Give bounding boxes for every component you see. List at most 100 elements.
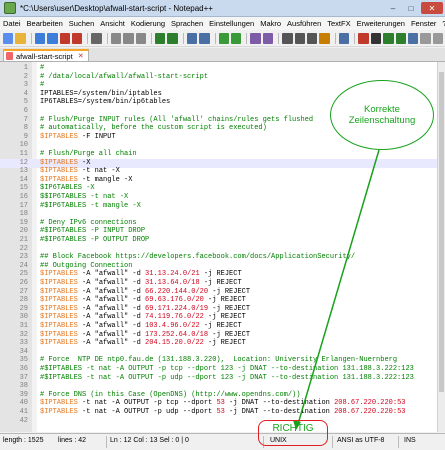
code-token: 31.13.64.0/18	[145, 279, 200, 287]
notepadpp-app-icon	[4, 2, 16, 14]
code-token: -A "afwall" -d	[77, 279, 146, 287]
code-token: -j REJECT	[199, 322, 242, 330]
paste-icon[interactable]	[135, 33, 147, 44]
code-token: -j REJECT	[199, 270, 242, 279]
code-token: $$IP6TABLES -t nat -X	[40, 193, 129, 201]
code-token: 208.67.220.220:53	[334, 399, 406, 408]
code-token: -A "afwall" -d	[77, 339, 146, 348]
menu-item-[interactable]: ?	[439, 19, 445, 28]
code-token: IP6TABLES=/system/bin/ip6tables	[40, 98, 171, 107]
code-token: $IPTABLES	[40, 304, 78, 313]
menu-item-erweiterungen[interactable]: Erweiterungen	[354, 19, 408, 28]
code-token: 208.67.220.220:53	[334, 408, 406, 416]
sync-h-icon[interactable]	[262, 33, 274, 44]
code-token: -A "afwall" -d	[77, 270, 146, 279]
vertical-scrollbar[interactable]	[437, 62, 445, 432]
code-token: #$IPTABLES -t nat -A OUTPUT -p udp --dpo…	[40, 373, 414, 382]
tab-label: afwall-start-script	[16, 51, 73, 61]
menu-item-ausf-hren[interactable]: Ausführen	[284, 19, 324, 28]
code-token: -A "afwall" -d	[77, 322, 146, 330]
print-icon[interactable]	[91, 33, 102, 44]
menu-item-kodierung[interactable]: Kodierung	[128, 19, 168, 28]
doc-map-icon[interactable]	[338, 33, 350, 44]
status-position: Ln : 12 Col : 13 Sel : 0 | 0	[110, 437, 189, 444]
record-macro-icon[interactable]	[358, 33, 369, 44]
menu-item-makro[interactable]: Makro	[257, 19, 284, 28]
code-token: -A "afwall" -d	[77, 304, 146, 313]
code-token: $IPTABLES	[40, 296, 78, 305]
run-macro-icon[interactable]	[395, 33, 406, 44]
code-token: #	[40, 81, 45, 90]
menu-item-bearbeiten[interactable]: Bearbeiten	[24, 19, 66, 28]
play-macro-icon[interactable]	[383, 33, 394, 44]
menu-item-einstellungen[interactable]: Einstellungen	[206, 19, 257, 28]
code-token: 53	[216, 408, 225, 416]
open-file-icon[interactable]	[15, 33, 26, 44]
minimize-button[interactable]: –	[385, 2, 401, 14]
save-icon[interactable]	[34, 33, 46, 44]
tab-close-icon[interactable]: ✕	[78, 52, 84, 60]
code-token: 69.63.176.0/20	[145, 296, 204, 305]
code-line[interactable]: 42	[0, 417, 437, 426]
redo-icon[interactable]	[167, 33, 178, 44]
code-token: 53	[216, 399, 225, 408]
find-icon[interactable]	[186, 33, 198, 44]
zoom-in-icon[interactable]	[218, 33, 230, 44]
tab-afwall-start-script[interactable]: afwall-start-script ✕	[3, 49, 89, 61]
menu-item-suchen[interactable]: Suchen	[66, 19, 97, 28]
cut-icon[interactable]	[110, 33, 122, 44]
save-macro-icon[interactable]	[407, 33, 419, 44]
code-token: -t nat -A OUTPUT -p udp --dport	[77, 408, 217, 416]
close-all-icon[interactable]	[72, 33, 83, 44]
toolbar-separator	[334, 33, 336, 44]
code-token: -j REJECT	[208, 287, 251, 296]
new-file-icon[interactable]	[3, 33, 14, 44]
code-token: 204.15.20.0/22	[145, 339, 204, 348]
sync-v-icon[interactable]	[250, 33, 261, 44]
undo-icon[interactable]	[155, 33, 166, 44]
menu-item-fenster[interactable]: Fenster	[408, 19, 439, 28]
code-token: 66.220.144.0/20	[145, 287, 209, 296]
toolbar-separator	[214, 33, 216, 44]
menu-item-sprachen[interactable]: Sprachen	[168, 19, 206, 28]
code-token: # Force DNS (in this Case (OpenDNS) (htt…	[40, 390, 301, 399]
close-window-button[interactable]: ✕	[421, 2, 443, 14]
code-token: # Flush/Purge INPUT rules (All 'afwall' …	[40, 115, 314, 124]
code-token: -A "afwall" -d	[77, 330, 146, 339]
toolbar-separator	[354, 33, 356, 44]
save-all-icon[interactable]	[47, 33, 58, 44]
code-token: # Flush/Purge all chain	[40, 150, 137, 158]
code-token: $IPTABLES	[40, 330, 78, 339]
replace-icon[interactable]	[199, 33, 210, 44]
scrollbar-thumb[interactable]	[439, 72, 444, 392]
close-icon[interactable]	[59, 33, 71, 44]
code-token: $IPTABLES	[40, 322, 78, 330]
menu-item-datei[interactable]: Datei	[0, 19, 24, 28]
code-token: #$IP6TABLES -t mangle -X	[40, 201, 141, 210]
extra-1-icon[interactable]	[420, 33, 431, 44]
lang-icon[interactable]	[319, 33, 330, 44]
copy-icon[interactable]	[123, 33, 134, 44]
zoom-out-icon[interactable]	[231, 33, 242, 44]
code-token: -j REJECT	[208, 330, 251, 339]
all-chars-icon[interactable]	[294, 33, 306, 44]
status-bar: length : 1525 lines : 42 Ln : 12 Col : 1…	[0, 433, 445, 450]
code-token: 74.119.76.0/22	[145, 313, 204, 322]
word-wrap-icon[interactable]	[282, 33, 293, 44]
unsaved-file-icon	[6, 52, 13, 60]
indent-guide-icon[interactable]	[307, 33, 318, 44]
code-token: #$IP6TABLES -P OUTPUT DROP	[40, 236, 150, 244]
code-token: 69.171.224.0/19	[145, 304, 209, 313]
menu-item-ansicht[interactable]: Ansicht	[97, 19, 128, 28]
code-token: # Force NTP DE ntp0.fau.de (131.188.3.22…	[40, 356, 398, 365]
maximize-button[interactable]: □	[403, 2, 419, 14]
annotation-text-line2: Zeilenschaltung	[348, 115, 416, 126]
extra-2-icon[interactable]	[432, 33, 444, 44]
code-token: -t nat -A OUTPUT -p tcp --dport	[77, 399, 217, 408]
menu-item-textfx[interactable]: TextFX	[324, 19, 353, 28]
code-token: $IPTABLES	[40, 132, 78, 141]
code-token: #$IP6TABLES -P INPUT DROP	[40, 227, 146, 236]
status-encoding[interactable]: ANSI as UTF-8	[337, 437, 384, 444]
stop-record-icon[interactable]	[370, 33, 382, 44]
code-token: -F INPUT	[77, 132, 116, 141]
